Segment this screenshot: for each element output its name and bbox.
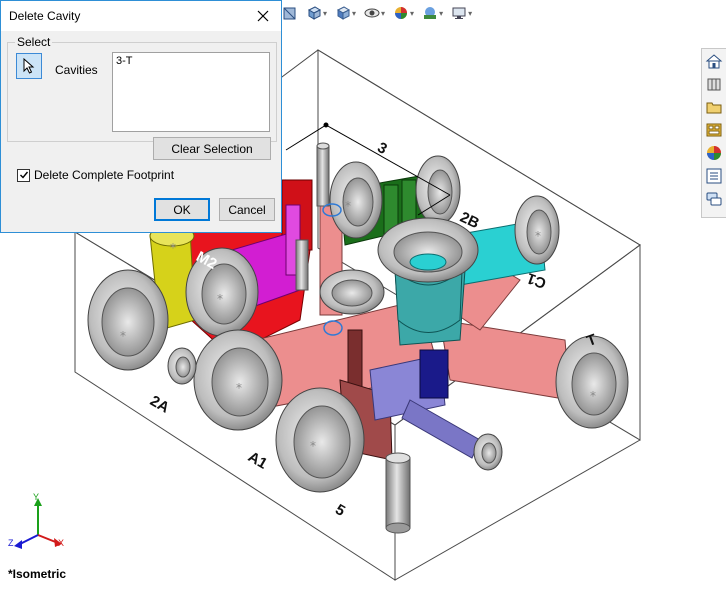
task-pane-forum-tab[interactable] [704, 189, 724, 209]
task-pane-view-palette-tab[interactable] [704, 120, 724, 140]
cancel-button[interactable]: Cancel [219, 198, 275, 221]
triad-z-label: Z [8, 538, 14, 548]
hide-show-icon [364, 8, 380, 18]
display-style-button[interactable]: ▾ [333, 3, 358, 23]
cavities-label: Cavities [55, 63, 98, 77]
home-icon [705, 54, 723, 69]
view-name: *Isometric [8, 567, 67, 581]
svg-text:*: * [535, 229, 541, 243]
delete-footprint-label: Delete Complete Footprint [34, 168, 175, 182]
close-button[interactable] [253, 6, 273, 26]
list-item[interactable]: 3-T [116, 55, 266, 67]
view-settings-button[interactable]: ▾ [449, 3, 474, 23]
view-triad [14, 498, 62, 549]
chevron-down-icon: ▾ [381, 8, 386, 18]
scene-icon [424, 7, 437, 19]
view-orientation-button[interactable]: ▾ [304, 3, 329, 23]
delete-footprint-row[interactable]: Delete Complete Footprint [17, 168, 174, 182]
task-pane-file-explorer-tab[interactable] [704, 97, 724, 117]
chevron-down-icon: ▾ [410, 8, 415, 18]
task-pane-custom-properties-tab[interactable] [704, 166, 724, 186]
clear-selection-button[interactable]: Clear Selection [153, 137, 271, 160]
chevron-down-icon: ▾ [352, 8, 357, 18]
select-cavities-button[interactable] [16, 53, 42, 79]
hide-show-button[interactable]: ▾ [362, 3, 387, 23]
section-view-icon [283, 7, 296, 20]
svg-text:*: * [345, 199, 351, 213]
apply-scene-button[interactable]: ▾ [420, 3, 445, 23]
custom-properties-icon [706, 168, 722, 184]
checkmark-icon [19, 171, 28, 179]
file-explorer-icon [706, 102, 722, 114]
view-settings-icon [452, 7, 466, 19]
forum-icon [706, 192, 722, 206]
svg-text:*: * [120, 329, 126, 343]
triad-y-label: Y [33, 492, 40, 502]
select-group-label: Select [15, 35, 53, 49]
svg-text:*: * [236, 381, 242, 395]
view-palette-icon [706, 123, 722, 137]
svg-text:*: * [170, 241, 176, 255]
select-group: Select Cavities 3-T [7, 35, 277, 142]
delete-footprint-checkbox[interactable] [17, 168, 30, 182]
edit-appearance-button[interactable]: ▾ [391, 3, 416, 23]
task-pane-design-library-tab[interactable] [704, 74, 724, 94]
pointer-arrow-icon [23, 58, 35, 74]
close-icon [257, 10, 269, 22]
chevron-down-icon: ▾ [468, 8, 473, 18]
task-pane-tabs [701, 48, 726, 218]
dialog-title-bar[interactable]: Delete Cavity [1, 1, 281, 31]
svg-text:*: * [217, 292, 223, 306]
svg-text:*: * [590, 389, 596, 403]
ok-button[interactable]: OK [154, 198, 210, 221]
appearance-icon [395, 7, 408, 19]
task-pane-appearances-tab[interactable] [704, 143, 724, 163]
chevron-down-icon: ▾ [323, 8, 328, 18]
dialog-title: Delete Cavity [9, 9, 81, 23]
chevron-down-icon: ▾ [439, 8, 444, 18]
svg-text:*: * [310, 439, 316, 453]
section-view-button[interactable] [280, 3, 300, 23]
cavities-listbox[interactable]: 3-T [112, 52, 270, 132]
appearances-icon [707, 146, 721, 160]
triad-x-label: X [58, 538, 65, 548]
view-orientation-icon [307, 6, 322, 20]
task-pane-home-tab[interactable] [704, 51, 724, 71]
heads-up-view-toolbar: ▾ ▾ ▾ ▾ ▾ ▾ [280, 2, 474, 24]
design-library-icon [707, 78, 721, 91]
display-style-icon [336, 6, 351, 20]
delete-cavity-dialog: Delete Cavity Select Cavities 3-T Clear … [0, 0, 282, 233]
